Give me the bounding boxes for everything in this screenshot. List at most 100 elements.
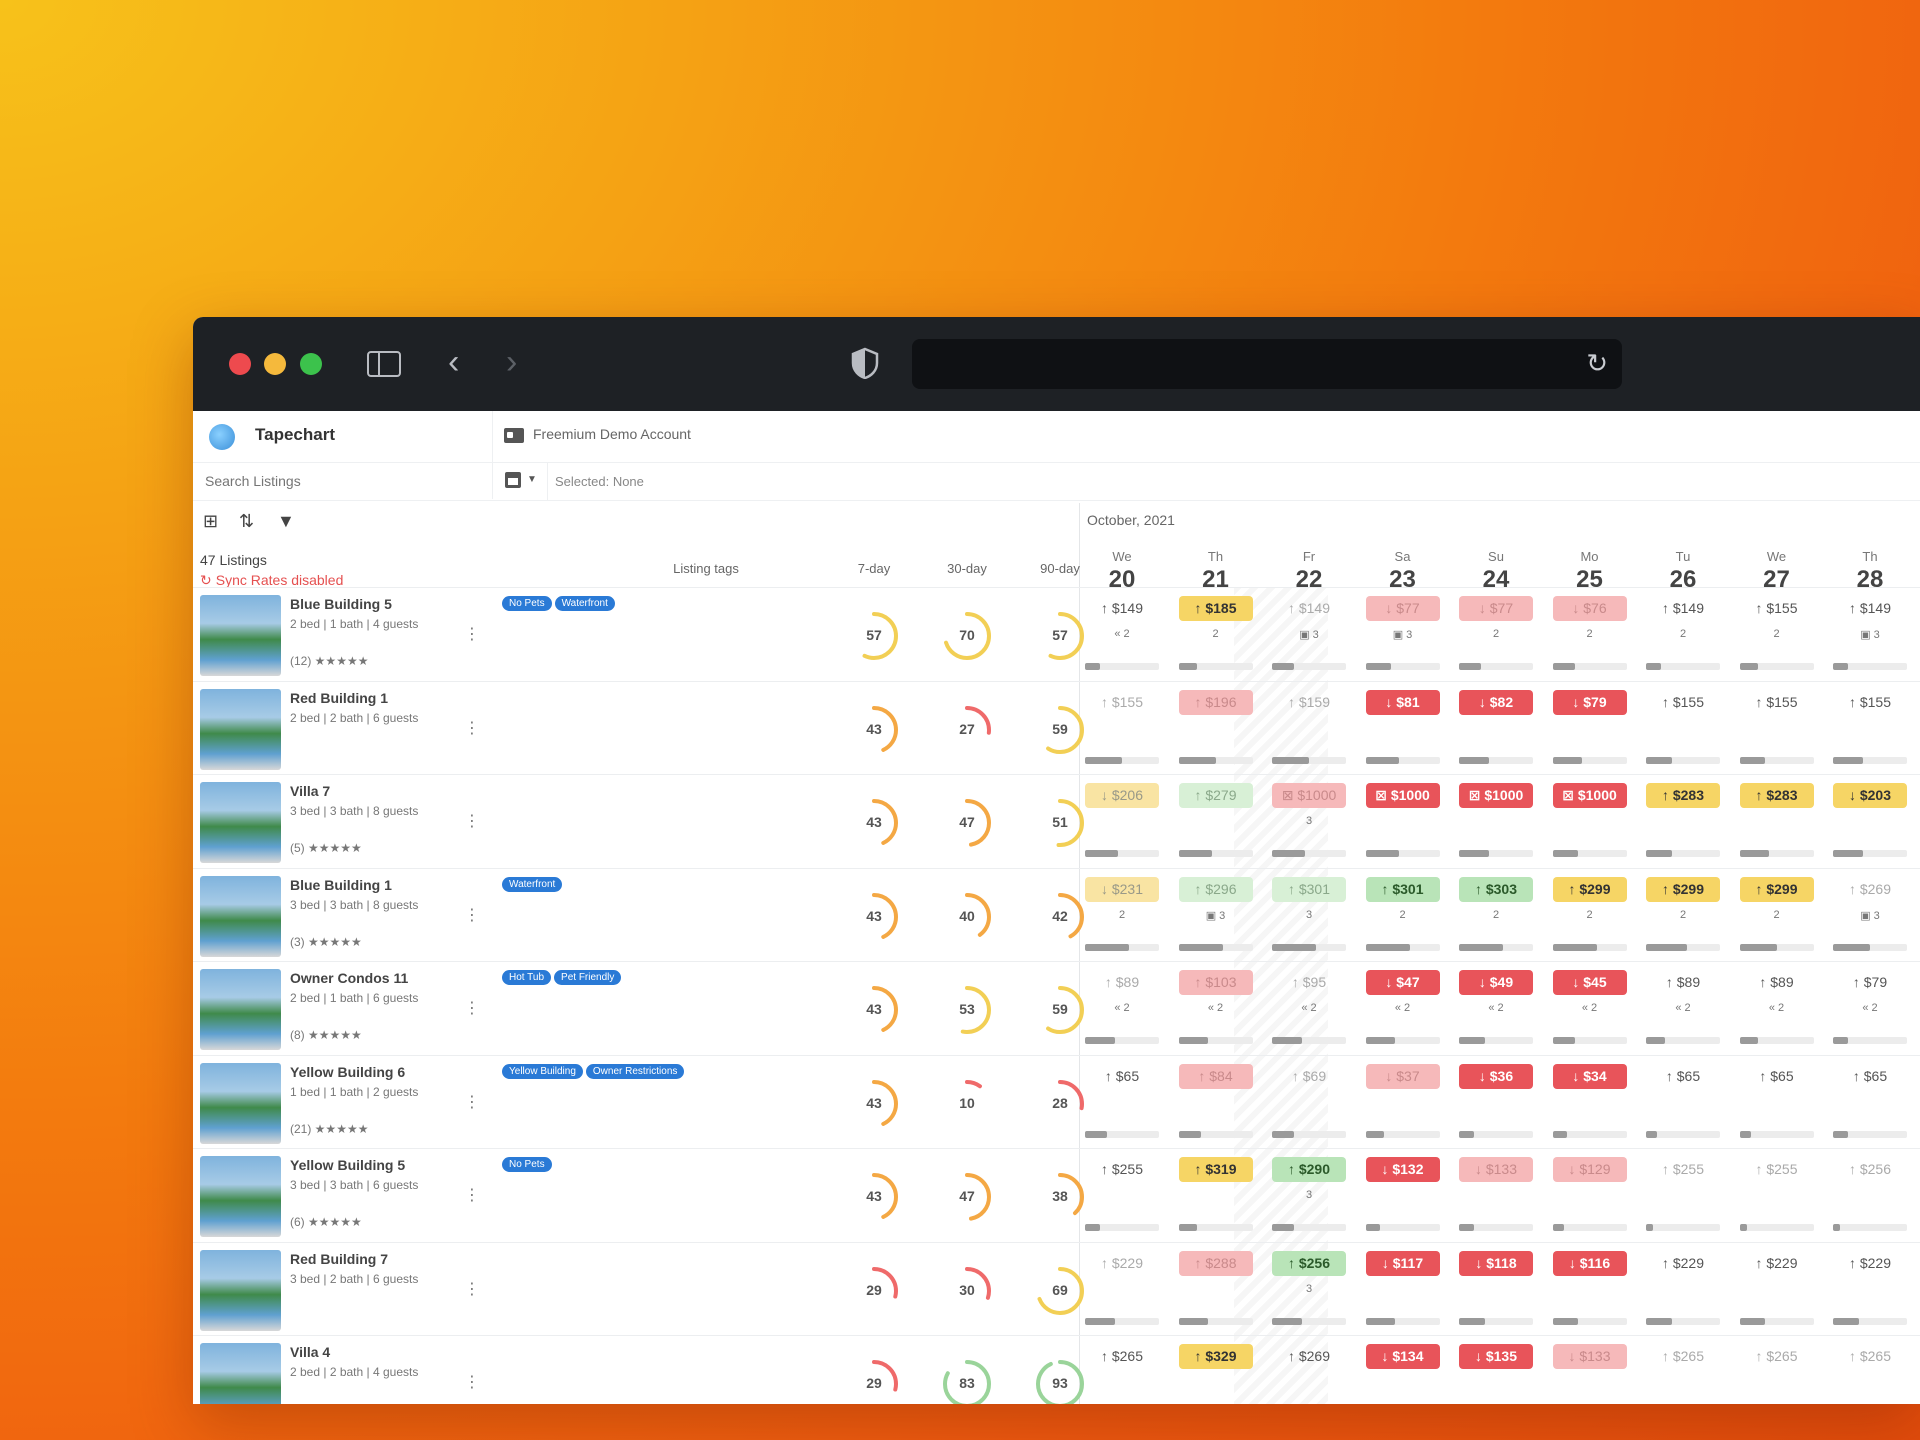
rate-cell[interactable]: ↓ $133 xyxy=(1552,1344,1627,1369)
rate-cell[interactable]: ↑ $185 xyxy=(1178,596,1253,621)
rate-cell[interactable]: ↑ $89 xyxy=(1646,970,1720,995)
rate-cell[interactable]: ↑ $79 xyxy=(1833,970,1907,995)
table-view-icon[interactable]: ⊞ xyxy=(203,511,218,532)
listing-tag[interactable]: No Pets xyxy=(502,1157,552,1172)
listing-name[interactable]: Villa 7 xyxy=(290,783,330,799)
rate-cell[interactable]: ⊠ $1000 xyxy=(1272,783,1346,808)
forward-arrow-icon[interactable]: › xyxy=(506,345,517,379)
rate-cell[interactable]: ↓ $116 xyxy=(1552,1250,1627,1276)
column-header-7day[interactable]: 7-day xyxy=(839,561,909,576)
listing-tag[interactable]: Waterfront xyxy=(502,876,563,892)
rate-cell[interactable]: ↑ $89 xyxy=(1085,970,1159,995)
rate-cell[interactable]: ↑ $95 xyxy=(1272,970,1346,995)
rate-cell[interactable]: ↑ $149 xyxy=(1272,596,1346,621)
rate-cell[interactable]: ↑ $265 xyxy=(1085,1344,1159,1369)
rate-cell[interactable]: ↓ $133 xyxy=(1459,1157,1533,1182)
rate-cell[interactable]: ↑ $89 xyxy=(1740,970,1814,995)
rate-cell[interactable]: ↑ $149 xyxy=(1833,596,1907,621)
rate-cell[interactable]: ↓ $81 xyxy=(1365,689,1440,715)
listing-row[interactable]: Yellow Building 5 3 bed | 3 bath | 6 gues… xyxy=(193,1148,1920,1242)
rate-cell[interactable]: ↑ $303 xyxy=(1459,876,1533,902)
address-bar[interactable]: ↻ xyxy=(912,339,1622,389)
rate-cell[interactable]: ↑ $159 xyxy=(1272,690,1346,715)
column-header-30day[interactable]: 30-day xyxy=(932,561,1002,576)
rate-cell[interactable]: ↓ $49 xyxy=(1459,970,1533,995)
rate-cell[interactable]: ↑ $255 xyxy=(1085,1157,1159,1182)
rate-cell[interactable]: ↑ $149 xyxy=(1085,596,1159,621)
rate-cell[interactable]: ↑ $301 xyxy=(1272,876,1346,902)
listing-row[interactable]: Owner Condos 11 2 bed | 1 bath | 6 guests… xyxy=(193,961,1920,1055)
rate-cell[interactable]: ↑ $265 xyxy=(1740,1344,1814,1369)
rate-cell[interactable]: ↑ $256 xyxy=(1272,1250,1346,1276)
rate-cell[interactable]: ↓ $135 xyxy=(1459,1344,1533,1369)
shield-icon[interactable] xyxy=(851,347,879,379)
more-options-icon[interactable]: ⋮ xyxy=(464,1185,480,1205)
rate-cell[interactable]: ↑ $229 xyxy=(1833,1251,1907,1276)
rate-cell[interactable]: ↑ $155 xyxy=(1646,690,1720,715)
close-window-button[interactable] xyxy=(229,353,251,375)
rate-cell[interactable]: ↑ $155 xyxy=(1740,690,1814,715)
more-options-icon[interactable]: ⋮ xyxy=(464,905,480,925)
rate-cell[interactable]: ↑ $155 xyxy=(1833,690,1907,715)
rate-cell[interactable]: ↑ $299 xyxy=(1739,876,1814,902)
rate-cell[interactable]: ↓ $47 xyxy=(1365,970,1440,995)
more-options-icon[interactable]: ⋮ xyxy=(464,624,480,644)
rate-cell[interactable]: ↑ $103 xyxy=(1178,970,1253,995)
rate-cell[interactable]: ↑ $290 xyxy=(1272,1157,1346,1182)
more-options-icon[interactable]: ⋮ xyxy=(464,1279,480,1299)
rate-cell[interactable]: ↑ $255 xyxy=(1740,1157,1814,1182)
listing-row[interactable]: Red Building 1 2 bed | 2 bath | 6 guests ⋮… xyxy=(193,680,1920,775)
rate-cell[interactable]: ↑ $149 xyxy=(1646,596,1720,621)
listing-row[interactable]: Blue Building 5 2 bed | 1 bath | 4 guests… xyxy=(193,587,1920,681)
maximize-window-button[interactable] xyxy=(300,353,322,375)
rate-cell[interactable]: ↓ $45 xyxy=(1552,970,1627,995)
rate-cell[interactable]: ↑ $65 xyxy=(1085,1064,1159,1089)
rate-cell[interactable]: ↑ $283 xyxy=(1646,783,1720,808)
listing-tag[interactable]: No Pets xyxy=(502,596,552,611)
listing-tag[interactable]: Waterfront xyxy=(554,596,615,611)
rate-cell[interactable]: ↑ $269 xyxy=(1272,1344,1346,1369)
rate-cell[interactable]: ↓ $206 xyxy=(1085,783,1159,808)
rate-cell[interactable]: ↑ $329 xyxy=(1178,1344,1253,1369)
rate-cell[interactable]: ↓ $82 xyxy=(1459,689,1533,715)
rate-cell[interactable]: ↓ $118 xyxy=(1459,1250,1533,1276)
rate-cell[interactable]: ↓ $36 xyxy=(1459,1063,1533,1089)
rate-cell[interactable]: ↑ $283 xyxy=(1739,783,1814,808)
rate-cell[interactable]: ↑ $229 xyxy=(1646,1251,1720,1276)
rate-cell[interactable]: ↑ $229 xyxy=(1085,1251,1159,1276)
listing-tag[interactable]: Pet Friendly xyxy=(554,970,622,985)
rate-cell[interactable]: ↓ $203 xyxy=(1833,783,1907,808)
rate-cell[interactable]: ↑ $155 xyxy=(1085,690,1159,715)
rate-cell[interactable]: ↓ $37 xyxy=(1365,1063,1440,1089)
listing-row[interactable]: Villa 7 3 bed | 3 bath | 8 guests (5) ★★★★… xyxy=(193,774,1920,868)
rate-cell[interactable]: ↓ $129 xyxy=(1552,1157,1627,1182)
rate-cell[interactable]: ↓ $77 xyxy=(1459,596,1533,621)
rate-cell[interactable]: ↑ $155 xyxy=(1740,596,1814,621)
minimize-window-button[interactable] xyxy=(264,353,286,375)
listing-row[interactable]: Red Building 7 3 bed | 2 bath | 6 guests ⋮… xyxy=(193,1241,1920,1336)
rate-cell[interactable]: ↑ $288 xyxy=(1178,1250,1253,1276)
rate-cell[interactable]: ⊠ $1000 xyxy=(1459,783,1533,808)
rate-cell[interactable]: ↓ $34 xyxy=(1552,1063,1627,1089)
rate-cell[interactable]: ↑ $299 xyxy=(1552,876,1627,902)
rate-cell[interactable]: ↑ $69 xyxy=(1272,1064,1346,1089)
rate-cell[interactable]: ⊠ $1000 xyxy=(1552,783,1627,808)
listing-row[interactable]: Yellow Building 6 1 bed | 1 bath | 2 gues… xyxy=(193,1054,1920,1149)
chevron-down-icon[interactable]: ▼ xyxy=(527,474,537,485)
listing-name[interactable]: Red Building 7 xyxy=(290,1251,388,1267)
calendar-icon[interactable] xyxy=(505,472,521,488)
rate-cell[interactable]: ↓ $79 xyxy=(1552,689,1627,715)
filter-icon[interactable]: ▼ xyxy=(277,511,295,532)
rate-cell[interactable]: ↓ $76 xyxy=(1552,596,1627,621)
back-arrow-icon[interactable]: ‹ xyxy=(448,345,459,379)
rate-cell[interactable]: ↑ $196 xyxy=(1178,689,1253,715)
listing-tag[interactable]: Yellow Building xyxy=(502,1063,583,1079)
more-options-icon[interactable]: ⋮ xyxy=(464,718,480,738)
listing-tag[interactable]: Hot Tub xyxy=(502,970,552,985)
rate-cell[interactable]: ⊠ $1000 xyxy=(1365,783,1440,808)
listing-name[interactable]: Yellow Building 6 xyxy=(290,1064,405,1080)
account-name[interactable]: Freemium Demo Account xyxy=(533,426,691,442)
search-listings-input[interactable] xyxy=(203,472,477,490)
rate-cell[interactable]: ↑ $301 xyxy=(1365,876,1440,902)
rate-cell[interactable]: ↑ $269 xyxy=(1833,877,1907,902)
